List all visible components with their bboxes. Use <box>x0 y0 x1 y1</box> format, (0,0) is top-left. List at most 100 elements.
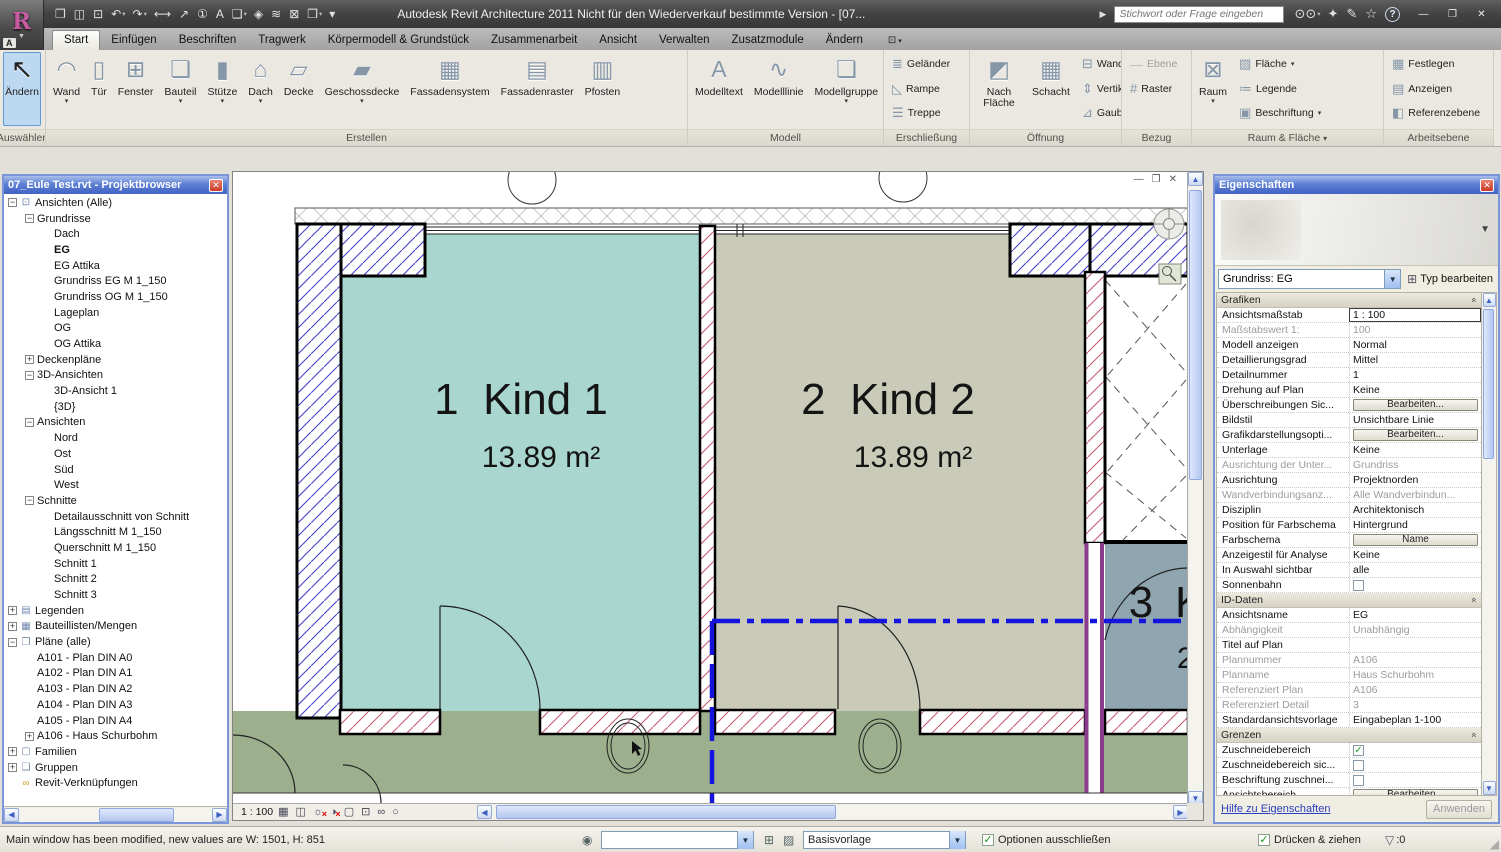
close-hidden-windows-icon[interactable]: ⊠ <box>286 5 303 24</box>
window-button[interactable]: ⊞Fenster <box>114 52 158 126</box>
set-workplane-button[interactable]: ▦Festlegen <box>1387 52 1485 77</box>
view-close-button[interactable]: ✕ <box>1169 174 1177 185</box>
tree-item[interactable]: Längsschnitt M 1_150 <box>4 524 227 540</box>
properties-vscrollbar[interactable]: ▲ ▼ <box>1481 293 1496 795</box>
tree-item[interactable]: OG <box>4 321 227 337</box>
tree-item[interactable]: EG Attika <box>4 258 227 274</box>
tag-icon[interactable]: ① <box>194 5 212 24</box>
scroll-up-icon[interactable]: ▲ <box>1188 172 1203 186</box>
sun-path-icon[interactable]: ☼ <box>313 805 323 819</box>
tree-expander[interactable]: + <box>8 763 17 772</box>
reveal-hidden-elements-icon[interactable]: ∞ <box>377 805 385 819</box>
redo-icon[interactable]: ↷▾ <box>130 5 150 24</box>
resize-grip[interactable]: ◢ <box>1490 837 1499 851</box>
tree-item[interactable]: + A106 - Haus Schurbohm <box>4 728 227 744</box>
ribbon-tab[interactable]: Körpermodell & Grundstück <box>317 31 480 50</box>
checkbox-unchecked[interactable] <box>1353 760 1364 771</box>
chevron-down-icon[interactable]: ▼ <box>1480 224 1490 235</box>
design-options-icon[interactable]: ▨ <box>783 833 794 847</box>
ribbon-tab[interactable]: Verwalten <box>648 31 721 50</box>
tree-item[interactable]: Dach <box>4 226 227 242</box>
tree-item[interactable]: + Deckenpläne <box>4 352 227 368</box>
project-browser-hscrollbar[interactable]: ◀ ▶ <box>4 806 227 822</box>
view-restore-button[interactable]: ❐ <box>1152 174 1161 185</box>
property-value[interactable]: alle <box>1353 564 1369 576</box>
dormer-opening-button[interactable]: ⊿Gaube <box>1077 101 1122 126</box>
tree-expander[interactable]: + <box>8 747 17 756</box>
help-icon[interactable]: ? <box>1385 7 1400 22</box>
undo-icon[interactable]: ↶▾ <box>108 5 128 24</box>
collapse-chevron-icon[interactable]: « <box>1469 297 1479 302</box>
collapse-chevron-icon[interactable]: « <box>1469 597 1479 602</box>
tree-item[interactable]: EG <box>4 242 227 258</box>
temporary-hide-isolate-icon[interactable]: ○ <box>392 805 399 819</box>
property-value[interactable]: Alle Wandverbindun... <box>1353 489 1455 501</box>
property-value[interactable]: 3 <box>1353 699 1359 711</box>
floor-button[interactable]: ▰Geschossdecke▾ <box>321 52 404 126</box>
worksharing-icon[interactable]: ◉ <box>582 833 592 847</box>
wall-opening-button[interactable]: ⊟Wand <box>1077 52 1122 77</box>
tree-expander[interactable]: − <box>25 214 34 223</box>
tree-item[interactable]: Lageplan <box>4 305 227 321</box>
project-browser-titlebar[interactable]: 07_Eule Test.rvt - Projektbrowser ✕ <box>4 176 227 194</box>
tree-item[interactable]: Ost <box>4 446 227 462</box>
property-value[interactable]: Grundriss <box>1353 459 1399 471</box>
scroll-right-icon[interactable]: ▶ <box>1173 805 1188 819</box>
tree-item[interactable]: A101 - Plan DIN A0 <box>4 650 227 666</box>
tree-item[interactable]: West <box>4 477 227 493</box>
crop-visibility-icon[interactable]: ⊡ <box>361 805 370 819</box>
tree-item[interactable]: {3D} <box>4 399 227 415</box>
property-value[interactable]: Normal <box>1353 339 1387 351</box>
property-value[interactable]: Keine <box>1353 444 1380 456</box>
thin-lines-icon[interactable]: ≋ <box>268 5 285 24</box>
tree-item[interactable]: Grundriss OG M 1_150 <box>4 289 227 305</box>
tree-item[interactable]: 3D-Ansicht 1 <box>4 383 227 399</box>
maximize-button[interactable]: ❐ <box>1439 5 1466 23</box>
tree-item[interactable]: Nord <box>4 430 227 446</box>
zoom-region-icon[interactable] <box>1159 264 1181 284</box>
ribbon-tab[interactable]: Zusatzmodule <box>721 31 815 50</box>
scroll-down-icon[interactable]: ▼ <box>1483 781 1496 795</box>
model-text-button[interactable]: AModelltext <box>691 52 747 126</box>
tree-expander[interactable]: + <box>8 622 17 631</box>
ceiling-button[interactable]: ▱Decke <box>280 52 318 126</box>
properties-titlebar[interactable]: Eigenschaften ✕ <box>1215 176 1498 194</box>
communication-center-icon[interactable]: ✎ <box>1346 6 1358 22</box>
edit-button[interactable]: Bearbeiten... <box>1353 429 1478 442</box>
worksets-dropdown[interactable]: ▼ <box>601 831 754 849</box>
qat-customize-icon[interactable]: ▾ <box>326 5 339 24</box>
railing-button[interactable]: ≣Geländer <box>887 52 955 77</box>
property-value[interactable]: EG <box>1353 609 1368 621</box>
room-tag-button[interactable]: ▣Beschriftung▾ <box>1234 101 1326 126</box>
search-icon[interactable]: ⊙⊙▾ <box>1294 6 1320 22</box>
curtain-grid-button[interactable]: ▤Fassadenraster <box>497 52 578 126</box>
property-value[interactable]: Unsichtbare Linie <box>1353 414 1434 426</box>
scroll-right-icon[interactable]: ▶ <box>212 808 227 822</box>
tree-expander[interactable]: − <box>25 371 34 380</box>
dimension-icon[interactable]: ⟷ <box>151 5 175 24</box>
show-crop-region-icon[interactable]: ▢ <box>344 805 354 819</box>
property-value[interactable]: Architektonisch <box>1353 504 1424 516</box>
tree-expander[interactable]: − <box>8 198 17 207</box>
wall-button[interactable]: ◠Wand▾ <box>49 52 84 126</box>
edit-button[interactable]: Bearbeiten... <box>1353 399 1478 412</box>
checkbox-checked[interactable]: ✓ <box>1353 745 1364 756</box>
text-icon[interactable]: A <box>213 5 228 24</box>
tree-item[interactable]: − ❐ Pläne (alle) <box>4 634 227 650</box>
tree-item[interactable]: Süd <box>4 462 227 478</box>
scroll-left-icon[interactable]: ◀ <box>4 808 19 822</box>
tree-item[interactable]: Querschnitt M 1_150 <box>4 540 227 556</box>
collapse-chevron-icon[interactable]: « <box>1469 732 1479 737</box>
tree-item[interactable]: Detailausschnitt von Schnitt <box>4 509 227 525</box>
tree-item[interactable]: ∞ Revit-Verknüpfungen <box>4 775 227 791</box>
curtain-system-button[interactable]: ▦Fassadensystem <box>406 52 493 126</box>
edit-button[interactable]: Bearbeiten... <box>1353 789 1478 795</box>
close-icon[interactable]: ✕ <box>209 179 223 192</box>
level-button[interactable]: —Ebene <box>1125 52 1182 77</box>
tree-expander[interactable]: − <box>8 638 17 647</box>
detail-level-icon[interactable]: ▦ <box>278 805 288 819</box>
tree-item[interactable]: Schnitt 3 <box>4 587 227 603</box>
press-drag-checkbox[interactable]: ✓ Drücken & ziehen <box>1258 827 1361 852</box>
tree-item[interactable]: − Schnitte <box>4 493 227 509</box>
selection-filter[interactable]: ▽ :0 <box>1385 827 1405 852</box>
